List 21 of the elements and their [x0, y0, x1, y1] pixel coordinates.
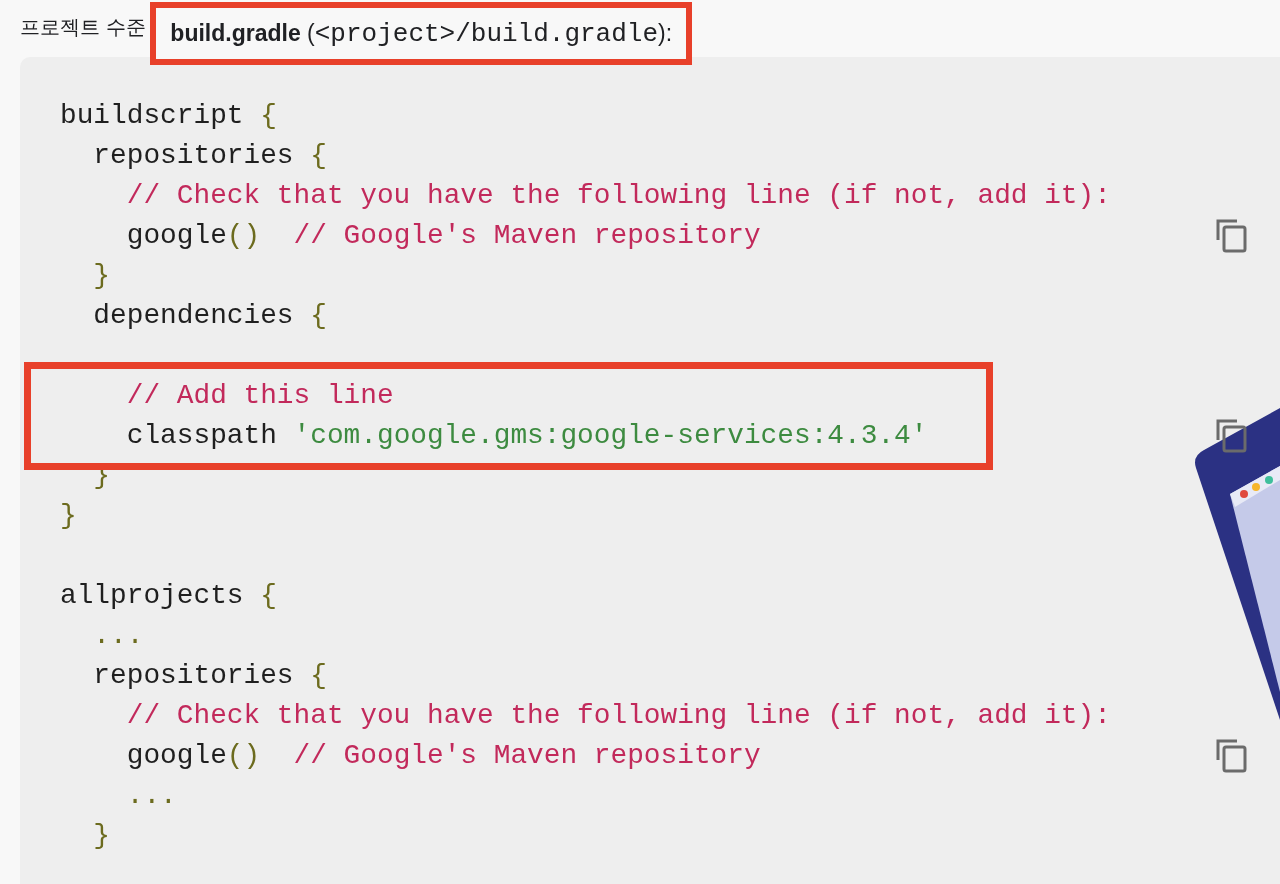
- code-line: // Check that you have the following line (if not, add it):: [125, 179, 1111, 213]
- code-line: google() // Google's Maven repository: [125, 739, 761, 773]
- file-reference: build.gradle (<project>/build.gradle):: [150, 2, 693, 65]
- code-line: google() // Google's Maven repository: [125, 219, 761, 253]
- code-line: allprojects {: [60, 579, 277, 613]
- code-line: dependencies {: [92, 299, 327, 333]
- code-line: // Check that you have the following line (if not, add it):: [125, 699, 1111, 733]
- code-line: buildscript {: [60, 99, 277, 133]
- code-line: repositories {: [92, 659, 327, 693]
- code-line: }: [60, 499, 77, 533]
- copy-icon[interactable]: [1216, 218, 1248, 254]
- code-line: }: [92, 819, 111, 853]
- copy-icon[interactable]: [1216, 738, 1248, 774]
- code-line: classpath 'com.google.gms:google-services:4.3.4': [125, 419, 928, 453]
- code-line: ...: [92, 619, 144, 653]
- code-line: }: [92, 259, 111, 293]
- copy-icon[interactable]: [1216, 418, 1248, 454]
- code-line: // Add this line: [125, 379, 394, 413]
- heading-text: 프로젝트 수준: [20, 14, 147, 41]
- code-line: ...: [125, 779, 177, 813]
- code-line: repositories {: [92, 139, 327, 173]
